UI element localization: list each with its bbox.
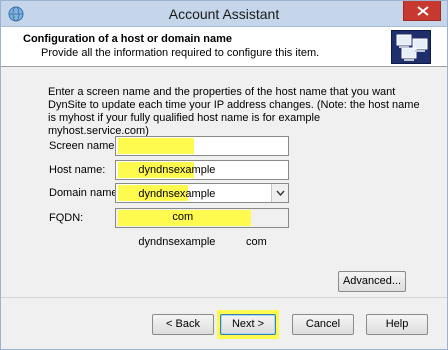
domain-dropdown-button[interactable] xyxy=(271,184,288,202)
screen-name-input[interactable]: dyndnsexample xyxy=(115,136,289,176)
chevron-down-icon xyxy=(276,190,285,196)
description-text: Enter a screen name and the properties o… xyxy=(48,86,420,137)
host-name-value: dyndnsexample xyxy=(138,188,216,200)
header-title: Configuration of a host or domain name xyxy=(23,33,232,45)
divider xyxy=(1,297,447,298)
domain-name-label: Domain name: xyxy=(49,187,121,199)
close-icon xyxy=(417,6,429,16)
help-button[interactable]: Help xyxy=(366,314,428,335)
screen-name-label: Screen name: xyxy=(49,140,118,152)
header-subtitle: Provide all the information required to … xyxy=(41,47,320,59)
window-title: Account Assistant xyxy=(168,6,280,22)
title-bar[interactable]: Account Assistant xyxy=(1,1,447,27)
fqdn-field: dyndnsexample com xyxy=(115,208,289,248)
host-name-label: Host name: xyxy=(49,164,106,176)
wizard-header: Configuration of a host or domain name P… xyxy=(1,27,447,67)
computer-network-icon xyxy=(391,30,431,64)
advanced-button[interactable]: Advanced... xyxy=(338,271,406,292)
account-assistant-window: Account Assistant Configuration of a hos… xyxy=(0,0,448,350)
close-button[interactable] xyxy=(403,1,441,21)
screen-name-value: dyndnsexample xyxy=(138,164,216,176)
fqdn-value: dyndnsexample com xyxy=(138,236,267,248)
back-button[interactable]: < Back xyxy=(152,314,214,335)
domain-name-value: com xyxy=(172,211,194,223)
next-button[interactable]: Next > xyxy=(220,314,276,335)
fqdn-label: FQDN: xyxy=(49,212,84,224)
cancel-button[interactable]: Cancel xyxy=(292,314,354,335)
wizard-content: Enter a screen name and the properties o… xyxy=(1,68,447,298)
